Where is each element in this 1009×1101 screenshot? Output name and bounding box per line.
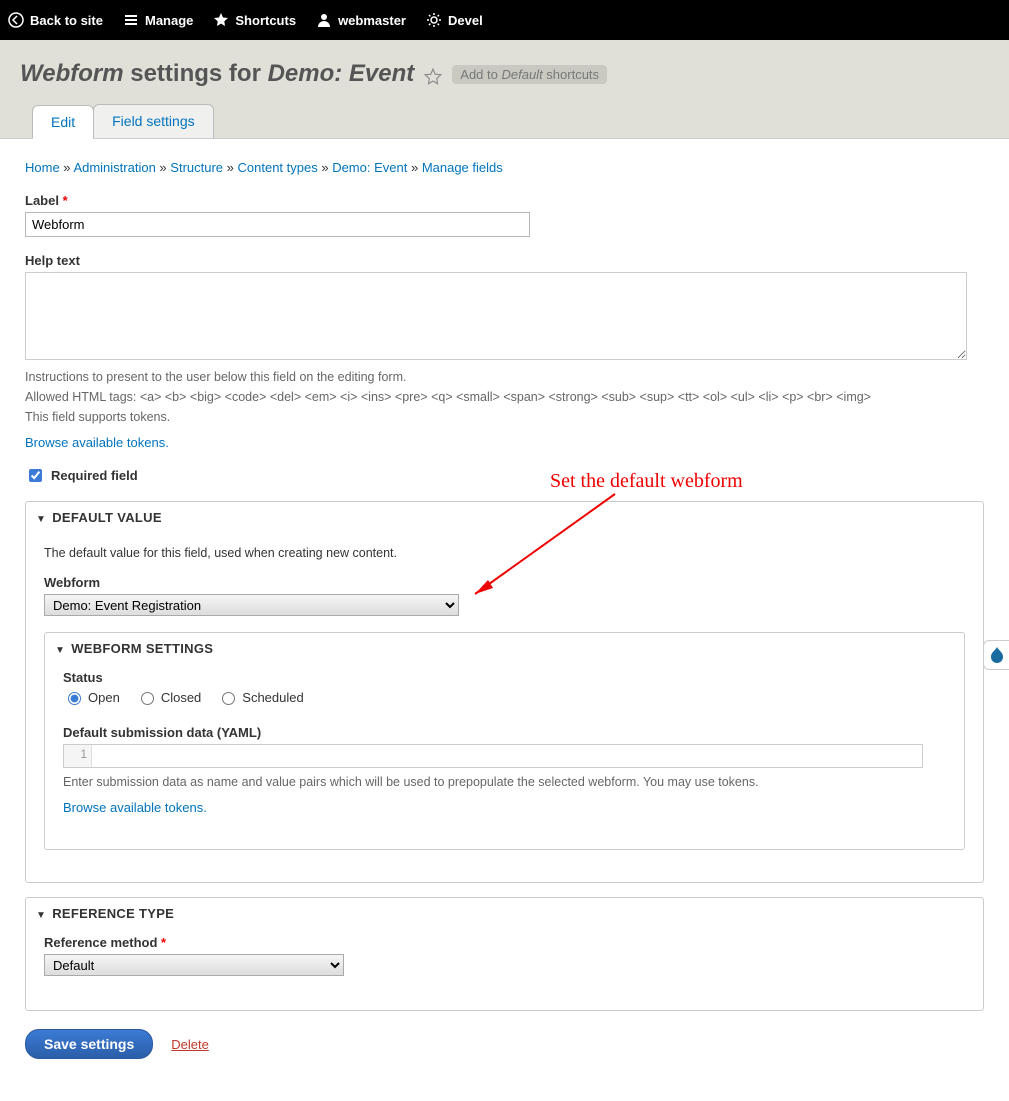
fieldset-default-value: DEFAULT VALUE The default value for this… bbox=[25, 501, 984, 883]
reference-method-select[interactable]: Default bbox=[44, 954, 344, 976]
crumb-admin[interactable]: Administration bbox=[73, 160, 155, 175]
manage-label: Manage bbox=[145, 13, 193, 28]
page-title: Webform settings for Demo: Event Add to … bbox=[20, 60, 989, 88]
gear-icon bbox=[426, 12, 442, 28]
drupal-icon bbox=[989, 646, 1005, 664]
default-value-summary[interactable]: DEFAULT VALUE bbox=[26, 502, 983, 533]
status-open[interactable]: Open bbox=[63, 689, 120, 705]
status-label: Status bbox=[63, 670, 946, 685]
crumb-structure[interactable]: Structure bbox=[170, 160, 223, 175]
back-icon bbox=[8, 12, 24, 28]
title-suffix: Demo: Event bbox=[268, 60, 415, 87]
tab-edit[interactable]: Edit bbox=[32, 105, 94, 139]
drupal-side-tab[interactable] bbox=[983, 640, 1009, 670]
required-field-item: Required field bbox=[25, 466, 984, 485]
reference-method-label: Reference method * bbox=[44, 935, 965, 950]
yaml-label: Default submission data (YAML) bbox=[63, 725, 946, 740]
devel-link[interactable]: Devel bbox=[426, 12, 483, 28]
reference-type-summary[interactable]: REFERENCE TYPE bbox=[26, 898, 983, 929]
required-label: Required field bbox=[51, 468, 138, 483]
admin-toolbar: Back to site Manage Shortcuts webmaster … bbox=[0, 0, 1009, 40]
browse-tokens-link-2[interactable]: Browse available tokens. bbox=[63, 800, 207, 815]
title-mid: settings for bbox=[124, 60, 268, 87]
back-label: Back to site bbox=[30, 13, 103, 28]
status-scheduled[interactable]: Scheduled bbox=[217, 689, 303, 705]
fieldset-reference-type: REFERENCE TYPE Reference method * Defaul… bbox=[25, 897, 984, 1011]
manage-link[interactable]: Manage bbox=[123, 12, 193, 28]
status-scheduled-radio[interactable] bbox=[222, 692, 235, 705]
status-open-radio[interactable] bbox=[68, 692, 81, 705]
page-header: Webform settings for Demo: Event Add to … bbox=[0, 40, 1009, 139]
crumb-manage-fields[interactable]: Manage fields bbox=[422, 160, 503, 175]
form-item-help: Help text Instructions to present to the… bbox=[25, 253, 984, 450]
tab-field-settings[interactable]: Field settings bbox=[93, 104, 213, 138]
yaml-gutter: 1 bbox=[64, 745, 92, 767]
user-link[interactable]: webmaster bbox=[316, 12, 406, 28]
default-value-desc: The default value for this field, used w… bbox=[44, 543, 965, 563]
form-item-label: Label * bbox=[25, 193, 984, 237]
webform-select[interactable]: Demo: Event Registration bbox=[44, 594, 459, 616]
form-item-reference-method: Reference method * Default bbox=[44, 935, 965, 976]
yaml-input[interactable] bbox=[92, 745, 922, 767]
label-label: Label * bbox=[25, 193, 984, 208]
form-item-webform: Webform Demo: Event Registration bbox=[44, 575, 965, 616]
required-checkbox[interactable] bbox=[29, 469, 42, 482]
main-content: Home » Administration » Structure » Cont… bbox=[0, 139, 1009, 1099]
crumb-home[interactable]: Home bbox=[25, 160, 60, 175]
crumb-demo-event[interactable]: Demo: Event bbox=[332, 160, 407, 175]
yaml-editor: 1 bbox=[63, 744, 923, 768]
form-item-status: Status Open Closed Scheduled bbox=[63, 670, 946, 709]
crumb-content-types[interactable]: Content types bbox=[238, 160, 318, 175]
form-actions: Save settings Delete bbox=[25, 1029, 984, 1059]
back-to-site-link[interactable]: Back to site bbox=[8, 12, 103, 28]
help-textarea[interactable] bbox=[25, 272, 967, 360]
save-button[interactable]: Save settings bbox=[25, 1029, 153, 1059]
user-label: webmaster bbox=[338, 13, 406, 28]
yaml-desc: Enter submission data as name and value … bbox=[63, 772, 946, 792]
person-icon bbox=[316, 12, 332, 28]
status-radio-group: Open Closed Scheduled bbox=[63, 689, 946, 709]
shortcuts-link[interactable]: Shortcuts bbox=[213, 12, 296, 28]
delete-link[interactable]: Delete bbox=[171, 1037, 209, 1052]
breadcrumb: Home » Administration » Structure » Cont… bbox=[25, 160, 984, 175]
help-label: Help text bbox=[25, 253, 984, 268]
browse-tokens-link[interactable]: Browse available tokens. bbox=[25, 435, 169, 450]
status-closed-radio[interactable] bbox=[141, 692, 154, 705]
status-closed[interactable]: Closed bbox=[136, 689, 201, 705]
devel-label: Devel bbox=[448, 13, 483, 28]
add-shortcut-pill[interactable]: Add to Default shortcuts bbox=[452, 65, 607, 84]
webform-settings-summary[interactable]: WEBFORM SETTINGS bbox=[45, 633, 964, 664]
webform-label: Webform bbox=[44, 575, 965, 590]
shortcut-star-icon[interactable] bbox=[424, 65, 442, 83]
title-prefix: Webform bbox=[20, 60, 124, 87]
form-item-yaml: Default submission data (YAML) 1 Enter s… bbox=[63, 725, 946, 815]
star-icon bbox=[213, 12, 229, 28]
help-desc: Instructions to present to the user belo… bbox=[25, 367, 984, 427]
fieldset-webform-settings: WEBFORM SETTINGS Status Open Closed Sche… bbox=[44, 632, 965, 850]
primary-tabs: Edit Field settings bbox=[32, 104, 989, 138]
shortcuts-label: Shortcuts bbox=[235, 13, 296, 28]
label-input[interactable] bbox=[25, 212, 530, 237]
hamburger-icon bbox=[123, 12, 139, 28]
